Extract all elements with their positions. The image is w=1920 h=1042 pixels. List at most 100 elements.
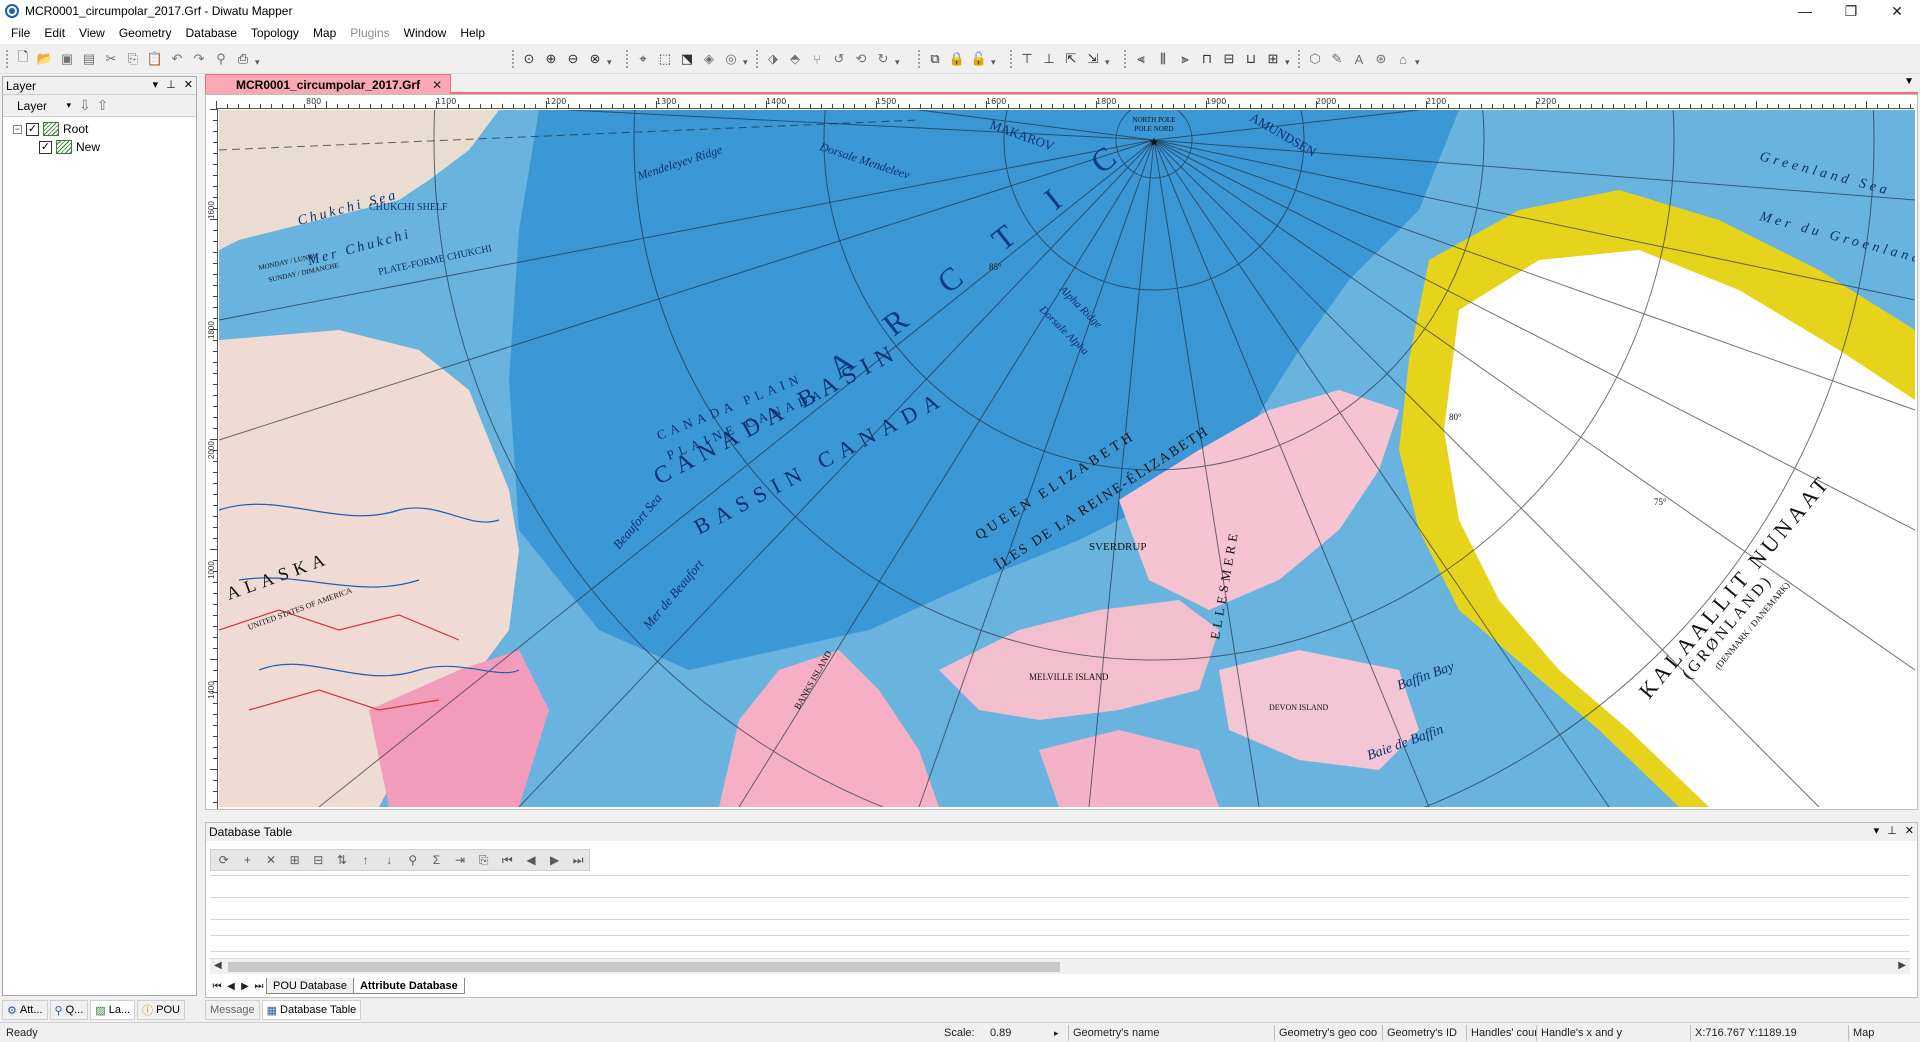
polygon-icon[interactable]: ⬡ — [1305, 50, 1325, 68]
toolbar-grip[interactable] — [1010, 50, 1014, 68]
sum-icon[interactable]: Σ — [428, 851, 446, 869]
zoom-out-icon[interactable]: ⊖ — [563, 50, 583, 68]
menu-view[interactable]: View — [72, 22, 112, 44]
save-all-icon[interactable]: ▤ — [79, 50, 99, 68]
unlock-icon[interactable]: 🔓 — [969, 50, 989, 68]
tree-item-root[interactable]: − ✓ Root — [13, 120, 196, 138]
grid-icon[interactable]: ⊞ — [286, 851, 304, 869]
select-node-icon[interactable]: ⌖ — [633, 50, 653, 68]
toolbar-grip[interactable] — [626, 50, 630, 68]
toolbar-grip[interactable] — [512, 50, 516, 68]
align-center-icon[interactable]: ⫼ — [1153, 50, 1173, 68]
tab-query[interactable]: ⚲ Q... — [49, 1000, 89, 1020]
menu-edit[interactable]: Edit — [37, 22, 72, 44]
brush-icon[interactable]: ✎ — [1327, 50, 1347, 68]
toolbar-overflow-icon[interactable]: ▾ — [1285, 50, 1293, 68]
scroll-left-icon[interactable]: ◀ — [214, 960, 222, 971]
open-folder-icon[interactable]: 📂 — [35, 50, 55, 68]
toolbar-grip[interactable] — [756, 50, 760, 68]
cut-icon[interactable]: ✂ — [101, 50, 121, 68]
panel-close-icon[interactable]: ✕ — [1905, 824, 1914, 837]
menu-map[interactable]: Map — [306, 22, 343, 44]
close-window-button[interactable]: ✕ — [1874, 0, 1920, 22]
distribute-icon[interactable]: ⊞ — [1263, 50, 1283, 68]
root-visibility-checkbox[interactable]: ✓ — [26, 122, 39, 136]
rotate-left-icon[interactable]: ↺ — [829, 50, 849, 68]
layer-lock-icon[interactable]: ⧉ — [925, 50, 945, 68]
tab-attribute-database[interactable]: Attribute Database — [352, 978, 465, 994]
menu-file[interactable]: File — [4, 22, 37, 44]
sort-asc-icon[interactable]: ↑ — [357, 851, 375, 869]
toolbar-grip[interactable] — [6, 50, 10, 68]
find-icon[interactable]: ⚲ — [211, 50, 231, 68]
tab-list-dropdown-icon[interactable]: ▼ — [1904, 76, 1914, 87]
filter-icon[interactable]: ⚲ — [404, 851, 422, 869]
toolbar-overflow-icon[interactable]: ▾ — [607, 50, 615, 68]
panel-menu-icon[interactable]: ▾ — [1874, 824, 1880, 837]
toolbar-overflow-icon[interactable]: ▾ — [255, 50, 263, 68]
scale-value[interactable]: 0.89 — [986, 1025, 1046, 1041]
layer-type-select[interactable]: Layer ▾ — [15, 97, 73, 115]
horizontal-scrollbar[interactable]: ◀ ▶ — [210, 958, 1910, 974]
pin-icon[interactable]: ⊥ — [1887, 824, 1897, 837]
sort-az-icon[interactable]: ⇅ — [333, 851, 351, 869]
arrange-front-icon[interactable]: ⊤ — [1017, 50, 1037, 68]
scale-dropdown-icon[interactable]: ▸ — [1050, 1025, 1062, 1041]
menu-window[interactable]: Window — [397, 22, 454, 44]
stamp-icon[interactable]: ⌂ — [1393, 50, 1413, 68]
tag-multi-icon[interactable]: ⬘ — [785, 50, 805, 68]
move-layer-down-icon[interactable]: ⇩ — [79, 97, 91, 114]
align-middle-icon[interactable]: ⊟ — [1219, 50, 1239, 68]
last-sheet-icon[interactable]: ⏭ — [252, 981, 266, 992]
tab-layer[interactable]: ▨ La... — [90, 1000, 136, 1020]
menu-database[interactable]: Database — [179, 22, 244, 44]
minimize-button[interactable]: — — [1782, 0, 1828, 22]
goto-icon[interactable]: ⇥ — [451, 851, 469, 869]
arrange-back-icon[interactable]: ⊥ — [1039, 50, 1059, 68]
scroll-right-icon[interactable]: ▶ — [1898, 960, 1906, 971]
lock-icon[interactable]: 🔒 — [947, 50, 967, 68]
toolbar-overflow-icon[interactable]: ▾ — [991, 50, 999, 68]
tab-message[interactable]: Message — [205, 1000, 260, 1020]
toolbar-overflow-icon[interactable]: ▾ — [1415, 50, 1423, 68]
first-record-icon[interactable]: ⏮ — [499, 851, 517, 869]
panel-close-icon[interactable]: ✕ — [184, 78, 193, 91]
prev-sheet-icon[interactable]: ◀ — [224, 981, 238, 992]
copy-icon[interactable]: ⎘ — [123, 50, 143, 68]
redo-icon[interactable]: ↷ — [189, 50, 209, 68]
select-rect-icon[interactable]: ⬚ — [655, 50, 675, 68]
move-layer-up-icon[interactable]: ⇧ — [97, 97, 109, 114]
undo-icon[interactable]: ↶ — [167, 50, 187, 68]
menu-geometry[interactable]: Geometry — [112, 22, 179, 44]
zoom-in-icon[interactable]: ⊕ — [541, 50, 561, 68]
panel-menu-icon[interactable]: ▾ — [153, 78, 159, 91]
align-right-icon[interactable]: ⫸ — [1175, 50, 1195, 68]
toolbar-overflow-icon[interactable]: ▾ — [1105, 50, 1113, 68]
table-icon[interactable]: ⊟ — [310, 851, 328, 869]
tree-item-new[interactable]: ✓ New — [13, 138, 196, 156]
refresh-icon[interactable]: ⟳ — [215, 851, 233, 869]
arrange-backward-icon[interactable]: ⇲ — [1083, 50, 1103, 68]
rotate-icon[interactable]: ⟲ — [851, 50, 871, 68]
paste-icon[interactable]: 📋 — [145, 50, 165, 68]
document-tab[interactable]: MCR0001_circumpolar_2017.Grf ✕ — [205, 74, 452, 94]
next-record-icon[interactable]: ▶ — [546, 851, 564, 869]
toolbar-grip[interactable] — [918, 50, 922, 68]
tag-icon[interactable]: ⬗ — [763, 50, 783, 68]
menu-plugins[interactable]: Plugins — [343, 22, 396, 44]
arrange-forward-icon[interactable]: ⇱ — [1061, 50, 1081, 68]
prev-record-icon[interactable]: ◀ — [522, 851, 540, 869]
menu-help[interactable]: Help — [453, 22, 492, 44]
sort-desc-icon[interactable]: ↓ — [380, 851, 398, 869]
select-move-icon[interactable]: ⬔ — [677, 50, 697, 68]
align-bottom-icon[interactable]: ⊔ — [1241, 50, 1261, 68]
last-record-icon[interactable]: ⏭ — [569, 851, 587, 869]
toolbar-overflow-icon[interactable]: ▾ — [895, 50, 903, 68]
pin-icon[interactable]: ⊥ — [166, 78, 176, 91]
rotate-right-icon[interactable]: ↻ — [873, 50, 893, 68]
measure-icon[interactable]: ⊛ — [1371, 50, 1391, 68]
menu-topology[interactable]: Topology — [244, 22, 306, 44]
collapse-icon[interactable]: − — [13, 124, 22, 134]
scrollbar-thumb[interactable] — [228, 962, 1060, 972]
close-tab-icon[interactable]: ✕ — [432, 76, 442, 94]
